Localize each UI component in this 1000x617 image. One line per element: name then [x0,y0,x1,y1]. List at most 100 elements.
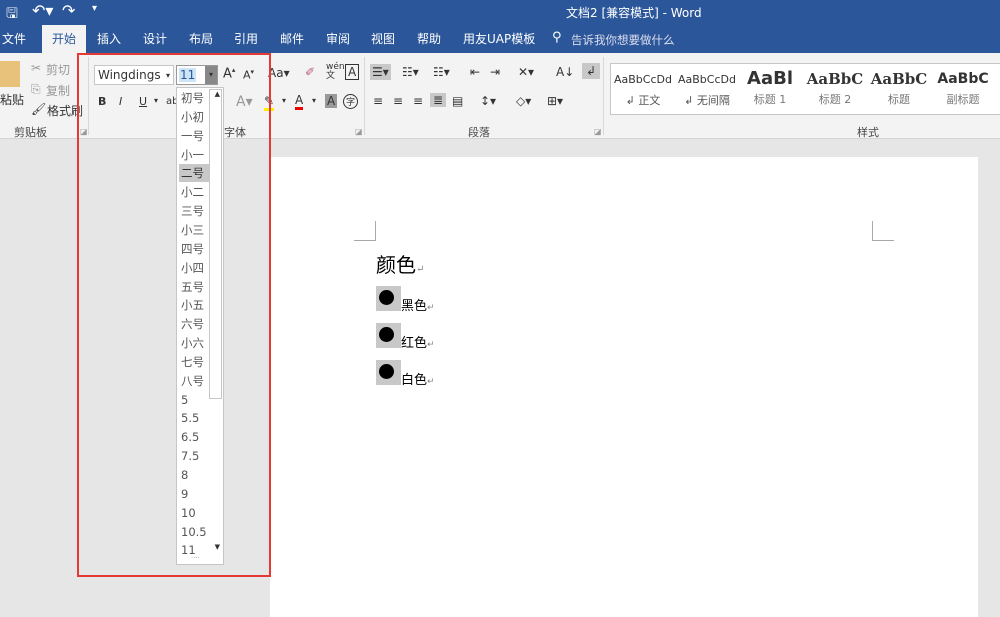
show-marks-icon[interactable]: ↲ [582,63,601,79]
style-normal[interactable]: AaBbCcDd ↲ 正文 [611,68,675,108]
tab-design[interactable]: 设计 [135,25,175,53]
asian-layout-icon[interactable]: ✕▾ [518,65,534,79]
justify-icon[interactable]: ≣ [430,93,447,107]
font-size-option[interactable]: 六号 [179,315,209,333]
save-icon[interactable]: 🖫 [6,3,18,27]
item-label: 白色 [401,373,428,388]
font-size-option[interactable]: 6.5 [179,428,209,446]
font-size-option[interactable]: 9 [179,485,209,503]
font-size-option[interactable]: 小初 [179,108,209,126]
dialog-launcher-icon[interactable]: ◪ [355,127,363,136]
font-size-option[interactable]: 10.5 [179,523,209,541]
document-heading[interactable]: 颜色↵ [376,249,424,278]
distributed-icon[interactable]: ▤ [452,94,463,108]
style-title[interactable]: AaBbC 标题 [867,68,931,107]
tab-home[interactable]: 开始 [42,25,87,53]
scroll-down-icon[interactable]: ▼ [215,543,220,551]
tab-review[interactable]: 审阅 [318,25,358,53]
font-size-option[interactable]: 初号 [179,89,209,107]
change-case-icon[interactable]: Aa▾ [268,66,290,80]
font-size-option[interactable]: 小三 [179,221,209,239]
multilevel-list-icon[interactable]: ☷▾ [433,65,450,79]
style-name: ↲ 正文 [625,94,661,107]
style-preview: AaBbCcDd [678,73,736,86]
tell-me-input[interactable]: 告诉我你想要做什么 [571,32,675,48]
tab-uap-template[interactable]: 用友UAP模板 [455,25,543,53]
align-left-icon[interactable]: ≡ [373,94,383,108]
char-shading-icon[interactable]: A [325,94,338,108]
scroll-up-icon[interactable]: ▲ [215,90,220,98]
font-size-option[interactable]: 小五 [179,296,209,314]
chevron-down-icon[interactable]: ▾ [282,96,286,105]
align-right-icon[interactable]: ≡ [413,94,423,108]
style-heading-1[interactable]: AaBl 标题 1 [739,68,801,107]
font-color-icon[interactable]: A [295,93,304,110]
borders-icon[interactable]: ⊞▾ [547,94,563,108]
cut-button[interactable]: 剪切 [46,61,70,78]
style-heading-2[interactable]: AaBbC 标题 2 [803,68,867,107]
tab-file[interactable]: 文件 [0,25,34,53]
sort-icon[interactable]: A↓ [556,65,574,79]
font-size-option[interactable]: 7.5 [179,447,209,465]
redo-icon[interactable]: ↷ [62,1,75,20]
tab-layout[interactable]: 布局 [181,25,221,53]
font-size-option[interactable]: 5 [179,391,209,409]
font-size-option[interactable]: 二号 [179,164,209,183]
font-size-dropdown[interactable]: 初号 小初 一号 小一 二号 小二 三号 小三 四号 小四 五号 小五 六号 小六 七号 八号 5 5.5 6.5 7… [176,87,224,565]
font-size-option[interactable]: 小四 [179,259,209,277]
font-size-option[interactable]: 三号 [179,202,209,220]
style-preview: AaBbCcDd [614,73,672,86]
format-painter-icon[interactable]: 🖌 [31,102,46,116]
font-size-option[interactable]: 5.5 [179,409,209,427]
font-size-option[interactable]: 五号 [179,278,209,296]
phonetic-guide-icon[interactable]: wén 文 [326,63,345,81]
chevron-down-icon[interactable]: ▾ [312,96,316,105]
scrollbar-thumb[interactable] [209,89,222,399]
copy-icon[interactable]: ⎘ [31,82,41,97]
paste-icon[interactable] [0,61,20,87]
tab-view[interactable]: 视图 [363,25,403,53]
font-size-option[interactable]: 一号 [179,127,209,145]
list-item[interactable]: 红色↵ [376,323,435,351]
copy-button[interactable]: 复制 [46,82,70,99]
numbering-icon[interactable]: ☷▾ [402,65,419,79]
dialog-launcher-icon[interactable]: ◪ [594,127,602,136]
paste-button[interactable]: 粘贴 [0,91,24,108]
line-spacing-icon[interactable]: ↕▾ [480,94,496,108]
clear-format-icon[interactable]: ✐ [305,65,315,79]
style-subtitle[interactable]: AaBbC 副标题 [931,68,995,107]
increase-indent-icon[interactable]: ⇥ [490,65,500,79]
decrease-indent-icon[interactable]: ⇤ [470,65,480,79]
bullet-icon [376,286,401,311]
customize-toolbar-icon[interactable]: ▾ [92,3,97,14]
align-center-icon[interactable]: ≡ [393,94,403,108]
style-preview: AaBbC [806,70,864,88]
font-size-option[interactable]: 10 [179,504,209,522]
bullets-icon[interactable]: ☰▾ [370,64,391,80]
list-item[interactable]: 白色↵ [376,360,435,388]
tab-insert[interactable]: 插入 [89,25,129,53]
shading-icon[interactable]: ◇▾ [516,94,531,108]
undo-icon[interactable]: ↶▾ [32,1,53,20]
font-size-option[interactable]: 小六 [179,334,209,352]
styles-gallery: AaBbCcDd ↲ 正文 AaBbCcDd ↲ 无间隔 AaBl 标题 1 AaBb… [610,63,1000,115]
scissors-icon[interactable]: ✂ [31,61,41,75]
char-border-icon[interactable]: A [345,64,360,80]
style-no-spacing[interactable]: AaBbCcDd ↲ 无间隔 [675,68,739,108]
tab-references[interactable]: 引用 [226,25,266,53]
font-size-option[interactable]: 小二 [179,183,209,201]
font-size-option[interactable]: 八号 [179,372,209,390]
document-page[interactable] [270,157,978,617]
font-size-option[interactable]: 小一 [179,146,209,164]
list-item[interactable]: 黑色↵ [376,286,435,314]
font-size-option[interactable]: 四号 [179,240,209,258]
enclose-char-icon[interactable]: 字 [343,94,358,109]
ribbon-tabs: 文件 开始 插入 设计 布局 引用 邮件 审阅 视图 帮助 用友UAP模板 ⚲ … [0,25,1000,53]
search-icon: ⚲ [552,30,562,45]
tab-mailings[interactable]: 邮件 [272,25,312,53]
resize-grip-icon[interactable]: ···· [191,554,200,562]
tab-help[interactable]: 帮助 [409,25,449,53]
font-size-option[interactable]: 七号 [179,353,209,371]
style-name: 标题 1 [753,93,787,106]
font-size-option[interactable]: 8 [179,466,209,484]
